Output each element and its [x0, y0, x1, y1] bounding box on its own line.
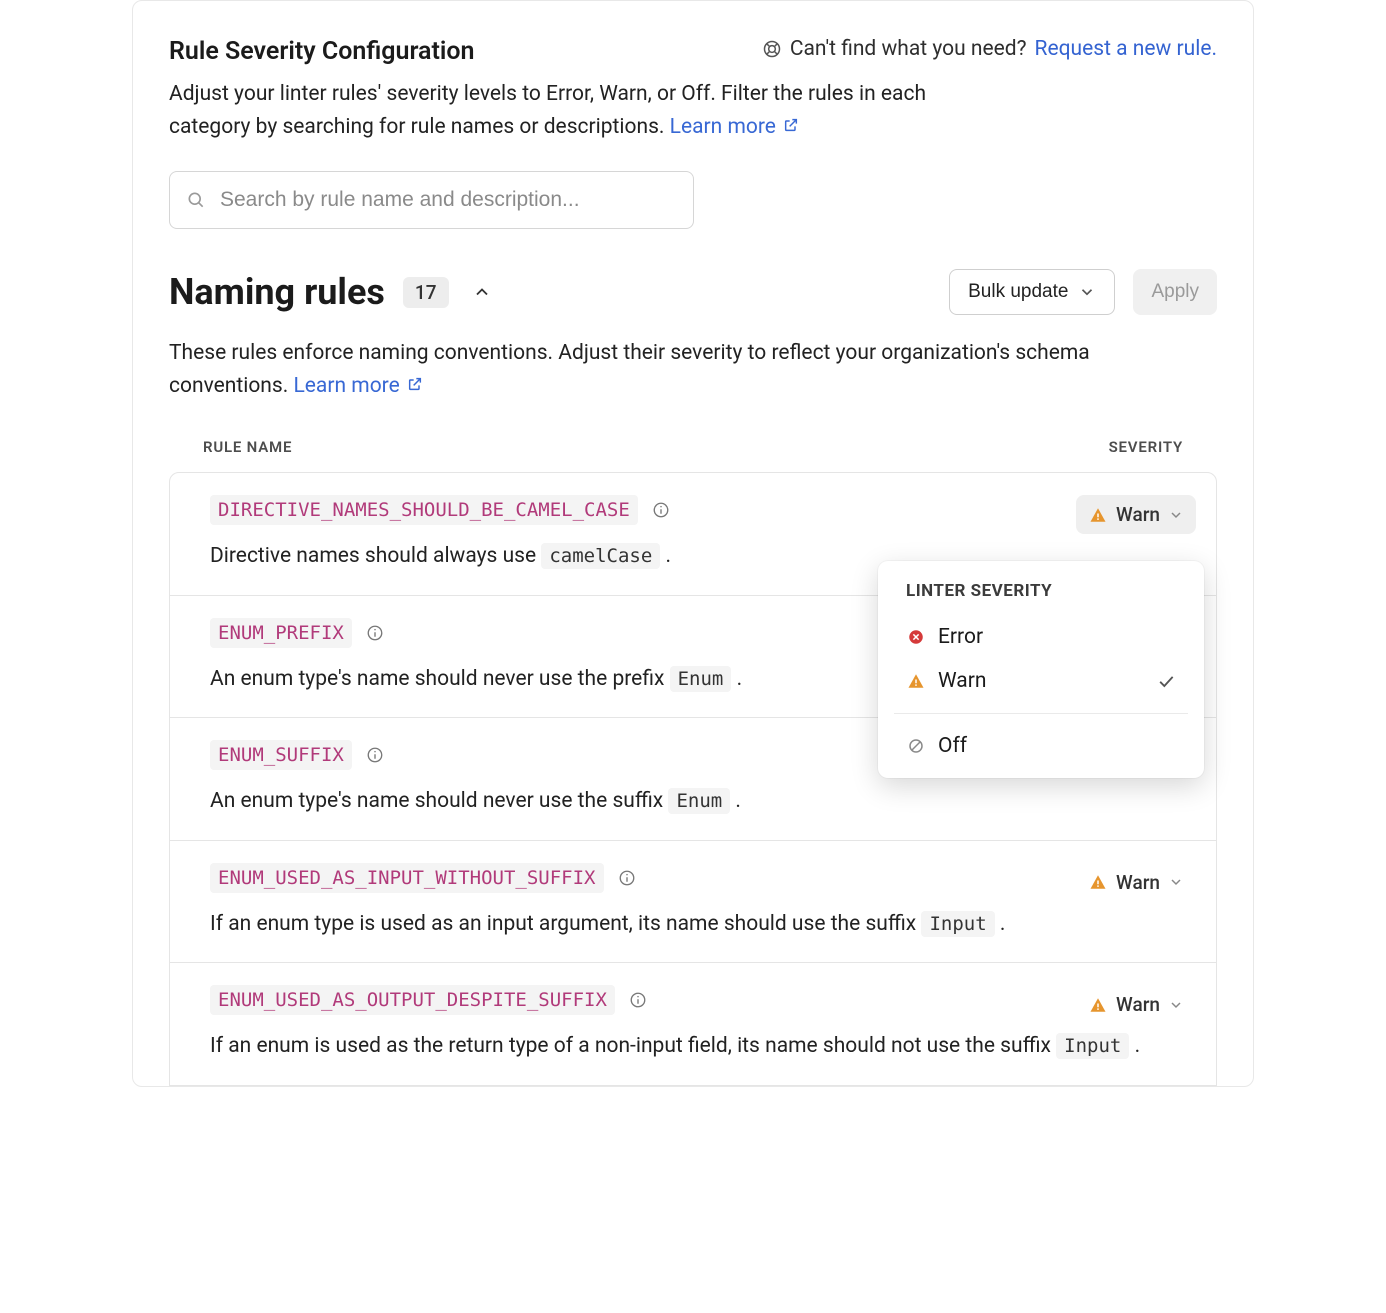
info-icon[interactable]: [629, 991, 647, 1009]
option-label: Off: [938, 734, 967, 758]
section-learn-more-label: Learn more: [293, 374, 399, 398]
search-input-wrap[interactable]: [169, 171, 694, 229]
chevron-down-icon: [1168, 997, 1184, 1013]
rule-code: ENUM_SUFFIX: [210, 740, 352, 770]
rule-description: If an enum is used as the return type of…: [210, 1031, 1176, 1063]
rule-code: DIRECTIVE_NAMES_SHOULD_BE_CAMEL_CASE: [210, 495, 638, 525]
page-subtitle: Adjust your linter rules' severity level…: [169, 78, 949, 143]
severity-option-warn[interactable]: Warn: [878, 659, 1204, 703]
error-icon: [906, 627, 926, 647]
col-severity: SEVERITY: [1109, 438, 1183, 456]
section-learn-more-link[interactable]: Learn more: [293, 374, 422, 398]
rule-description: If an enum type is used as an input argu…: [210, 909, 1176, 941]
collapse-toggle[interactable]: [467, 277, 497, 307]
off-icon: [906, 736, 926, 756]
section-title: Naming rules: [169, 271, 385, 313]
info-icon[interactable]: [618, 869, 636, 887]
option-label: Warn: [938, 669, 986, 693]
warn-icon: [1088, 505, 1108, 525]
bulk-update-button[interactable]: Bulk update: [949, 269, 1115, 315]
chevron-down-icon: [1168, 874, 1184, 890]
external-link-icon: [783, 117, 799, 133]
rule-code: ENUM_USED_AS_INPUT_WITHOUT_SUFFIX: [210, 863, 604, 893]
severity-option-off[interactable]: Off: [878, 724, 1204, 768]
severity-label: Warn: [1116, 993, 1160, 1016]
inline-code: Input: [1056, 1033, 1129, 1059]
severity-label: Warn: [1116, 871, 1160, 894]
severity-option-error[interactable]: Error: [878, 615, 1204, 659]
divider: [894, 713, 1188, 714]
warn-icon: [1088, 872, 1108, 892]
check-icon: [1156, 671, 1176, 691]
inline-code: camelCase: [541, 543, 660, 569]
severity-popover: LINTER SEVERITY Error Warn Off: [878, 561, 1204, 778]
rule-row: ENUM_USED_AS_OUTPUT_DESPITE_SUFFIX If an …: [170, 962, 1216, 1085]
severity-selector[interactable]: Warn: [1076, 863, 1196, 902]
request-rule-link[interactable]: Request a new rule.: [1035, 37, 1217, 61]
severity-selector[interactable]: Warn: [1076, 985, 1196, 1024]
rule-description: An enum type's name should never use the…: [210, 786, 1176, 818]
help-prefix: Can't find what you need?: [790, 37, 1027, 61]
popover-title: LINTER SEVERITY: [878, 581, 1204, 615]
page-title: Rule Severity Configuration: [169, 37, 474, 66]
option-label: Error: [938, 625, 983, 649]
external-link-icon: [407, 376, 423, 392]
rule-code: ENUM_USED_AS_OUTPUT_DESPITE_SUFFIX: [210, 985, 615, 1015]
rules-list: DIRECTIVE_NAMES_SHOULD_BE_CAMEL_CASEDire…: [169, 472, 1217, 1086]
rule-count-badge: 17: [403, 277, 449, 308]
rule-row: DIRECTIVE_NAMES_SHOULD_BE_CAMEL_CASEDire…: [170, 473, 1216, 595]
info-icon[interactable]: [652, 501, 670, 519]
warn-icon: [906, 671, 926, 691]
rule-code: ENUM_PREFIX: [210, 618, 352, 648]
inline-code: Input: [921, 911, 994, 937]
apply-button: Apply: [1133, 269, 1217, 315]
info-icon[interactable]: [366, 624, 384, 642]
apply-label: Apply: [1151, 281, 1199, 303]
chevron-down-icon: [1168, 507, 1184, 523]
inline-code: Enum: [668, 788, 730, 814]
search-input[interactable]: [220, 188, 677, 212]
severity-label: Warn: [1116, 503, 1160, 526]
learn-more-label: Learn more: [670, 115, 776, 139]
search-icon: [186, 190, 206, 210]
table-header: RULE NAME SEVERITY: [169, 438, 1217, 472]
config-card: Rule Severity Configuration Can't find w…: [132, 0, 1254, 1087]
subtitle-text: Adjust your linter rules' severity level…: [169, 82, 926, 139]
chevron-down-icon: [1078, 283, 1096, 301]
chevron-up-icon: [472, 282, 492, 302]
bulk-update-label: Bulk update: [968, 281, 1068, 303]
section-description: These rules enforce naming conventions. …: [169, 337, 1129, 402]
learn-more-link[interactable]: Learn more: [670, 115, 799, 139]
rule-row: ENUM_USED_AS_INPUT_WITHOUT_SUFFIX If an e…: [170, 840, 1216, 963]
col-rule-name: RULE NAME: [203, 438, 292, 456]
warn-icon: [1088, 995, 1108, 1015]
help-text: Can't find what you need? Request a new …: [762, 37, 1217, 61]
lifebuoy-icon: [762, 39, 782, 59]
inline-code: Enum: [670, 666, 732, 692]
severity-selector[interactable]: Warn: [1076, 495, 1196, 534]
info-icon[interactable]: [366, 746, 384, 764]
